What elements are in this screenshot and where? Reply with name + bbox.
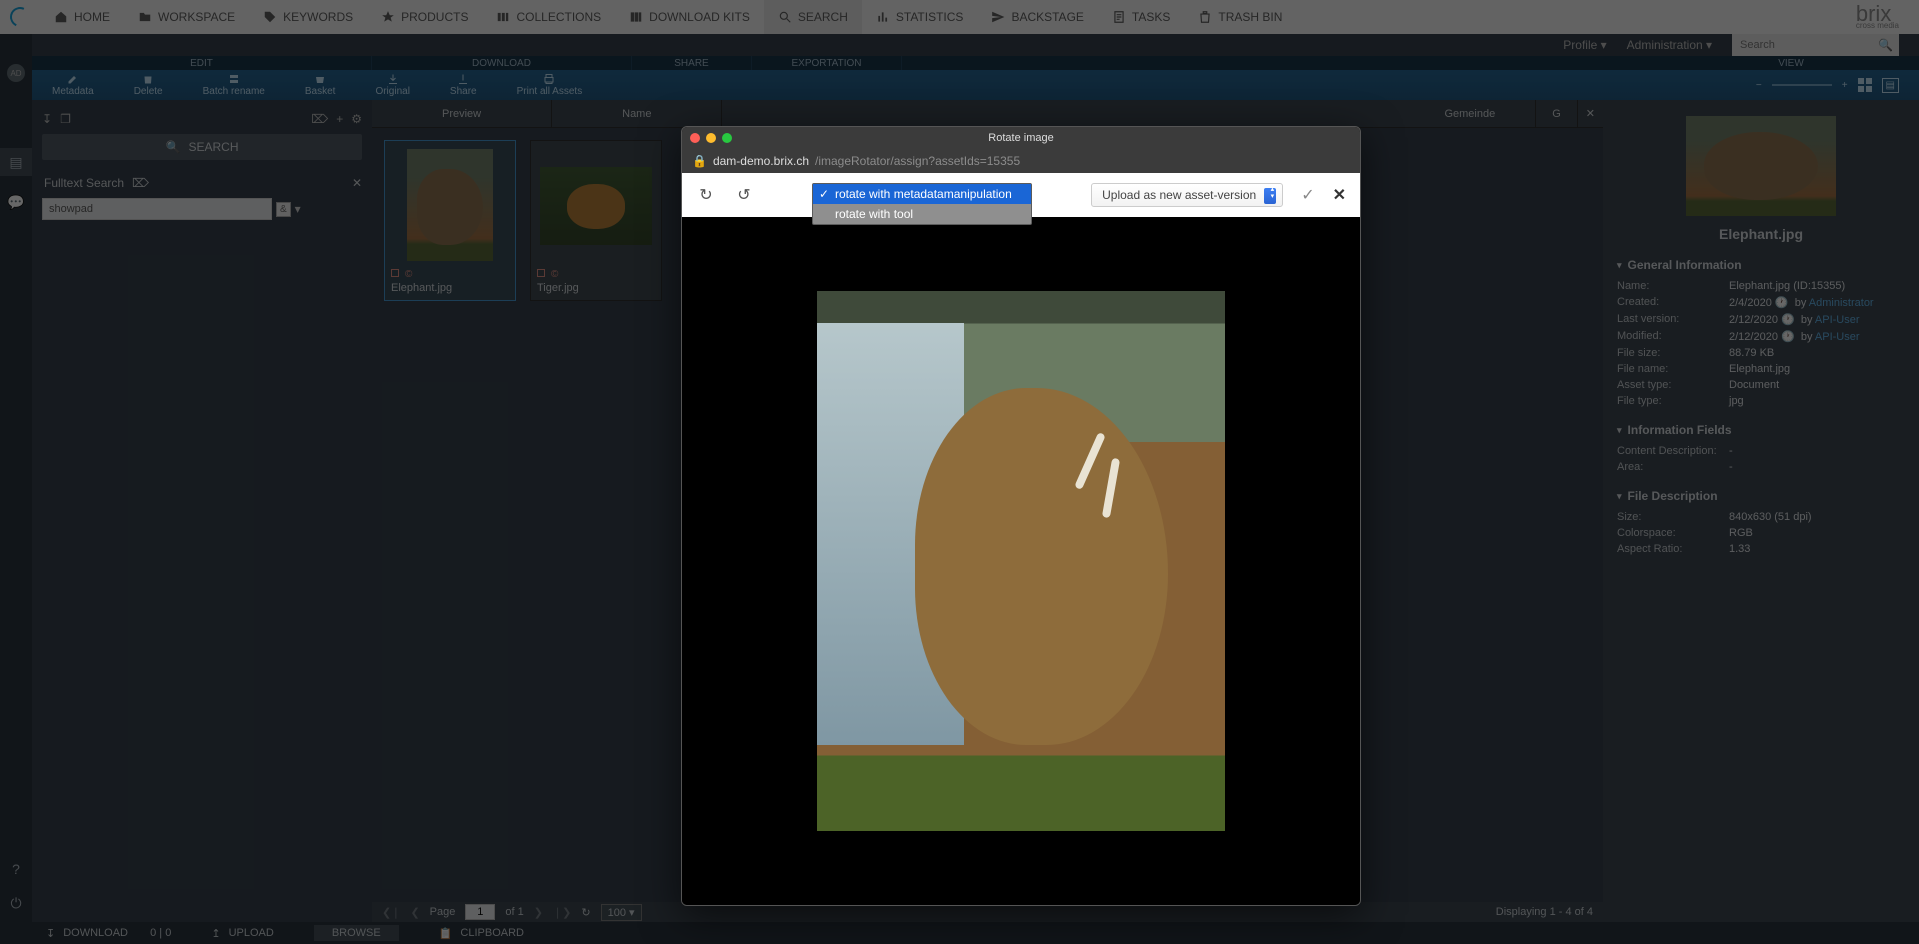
- dropdown-option[interactable]: rotate with metadatamanipulation: [813, 184, 1031, 204]
- close-window-icon[interactable]: [690, 133, 700, 143]
- popup-image-area: [682, 217, 1360, 905]
- cancel-icon[interactable]: ✕: [1333, 185, 1346, 205]
- confirm-icon[interactable]: ✓: [1301, 185, 1314, 205]
- popup-toolbar: ↻ ↺ rotate with metadatamanipulation rot…: [682, 173, 1360, 217]
- maximize-window-icon[interactable]: [722, 133, 732, 143]
- popup-url-domain: dam-demo.brix.ch: [713, 154, 809, 168]
- popup-urlbar: 🔒 dam-demo.brix.ch/imageRotator/assign?a…: [682, 149, 1360, 173]
- popup-title: Rotate image: [988, 132, 1053, 144]
- window-controls[interactable]: [690, 133, 732, 143]
- rotate-ccw-icon[interactable]: ↺: [734, 185, 754, 205]
- rotated-image: [817, 291, 1225, 831]
- rotate-mode-dropdown[interactable]: rotate with metadatamanipulation rotate …: [812, 183, 1032, 225]
- dropdown-option[interactable]: rotate with tool: [813, 204, 1031, 224]
- rotate-cw-icon[interactable]: ↻: [696, 185, 716, 205]
- popup-url-rest: /imageRotator/assign?assetIds=15355: [815, 154, 1020, 168]
- upload-version-label: Upload as new asset-version: [1102, 188, 1256, 202]
- upload-version-select[interactable]: Upload as new asset-version: [1091, 183, 1283, 207]
- rotate-popup: Rotate image 🔒 dam-demo.brix.ch/imageRot…: [681, 126, 1361, 906]
- popup-titlebar[interactable]: Rotate image: [682, 127, 1360, 149]
- lock-icon: 🔒: [692, 154, 707, 168]
- minimize-window-icon[interactable]: [706, 133, 716, 143]
